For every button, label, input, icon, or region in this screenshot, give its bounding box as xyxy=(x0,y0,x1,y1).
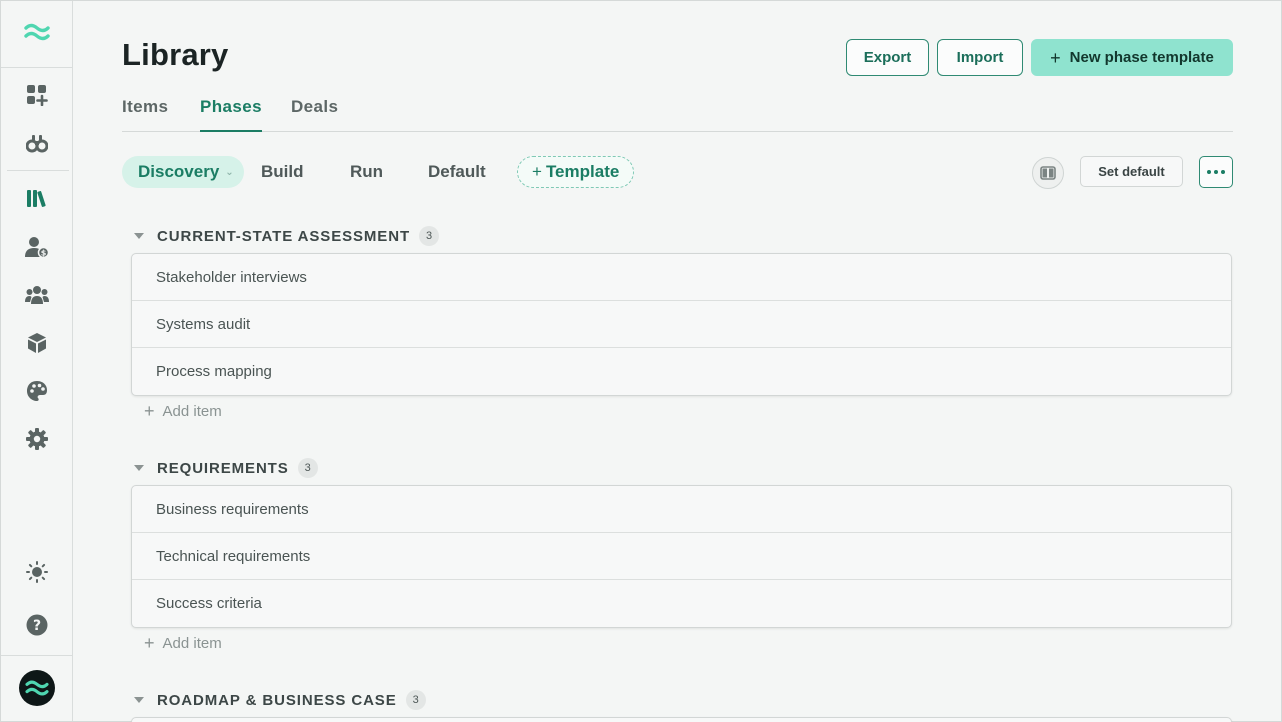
item-list: Business requirements Technical requirem… xyxy=(131,485,1232,628)
user-dollar-icon[interactable]: $ xyxy=(24,234,50,260)
new-phase-template-button[interactable]: + New phase template xyxy=(1031,39,1233,76)
plus-icon: + xyxy=(532,162,542,181)
item-list xyxy=(131,717,1232,722)
add-item-label: Add item xyxy=(162,402,222,420)
plus-icon: + xyxy=(144,401,155,421)
more-options-button[interactable] xyxy=(1199,156,1233,188)
add-item-button[interactable]: + Add item xyxy=(144,401,222,421)
list-item[interactable]: Process mapping xyxy=(132,348,1231,395)
avatar-logo-icon xyxy=(25,680,49,696)
tab-phases[interactable]: Phases xyxy=(200,97,262,132)
more-icon xyxy=(1206,170,1227,174)
tab-items[interactable]: Items xyxy=(122,97,168,132)
phase-pill-run[interactable]: Run xyxy=(350,156,383,188)
columns-icon xyxy=(1040,166,1056,180)
team-icon[interactable] xyxy=(24,282,50,308)
cube-icon[interactable] xyxy=(24,330,50,356)
library-icon[interactable] xyxy=(24,185,50,211)
section-title: REQUIREMENTS xyxy=(157,459,289,477)
count-badge: 3 xyxy=(297,458,318,478)
binoculars-icon[interactable] xyxy=(24,130,50,156)
sidebar-divider xyxy=(1,655,73,656)
chevron-down-icon: ⌄ xyxy=(225,166,234,178)
list-item[interactable]: Technical requirements xyxy=(132,533,1231,580)
phase-pill-default[interactable]: Default xyxy=(428,156,486,188)
section-header[interactable]: ROADMAP & BUSINESS CASE 3 xyxy=(134,689,426,711)
dashboard-add-icon[interactable] xyxy=(24,82,50,108)
phase-pill-label: Discovery xyxy=(138,162,220,181)
logo-icon xyxy=(24,21,50,48)
list-item[interactable]: Business requirements xyxy=(132,486,1231,533)
add-item-button[interactable]: + Add item xyxy=(144,633,222,653)
help-icon[interactable]: ? xyxy=(24,612,50,638)
phase-pill-build[interactable]: Build xyxy=(261,156,304,188)
plus-icon: + xyxy=(1050,47,1061,68)
export-button[interactable]: Export xyxy=(846,39,929,76)
add-item-label: Add item xyxy=(162,634,222,652)
tab-bar: Items Phases Deals xyxy=(122,97,1233,132)
add-template-button[interactable]: + Template xyxy=(517,156,635,188)
add-template-label: Template xyxy=(545,162,620,181)
caret-down-icon xyxy=(134,697,144,703)
main-content: Library Export Import + New phase templa… xyxy=(74,1,1281,722)
column-layout-button[interactable] xyxy=(1032,157,1064,189)
section-header[interactable]: CURRENT-STATE ASSESSMENT 3 xyxy=(134,225,440,247)
section-title: CURRENT-STATE ASSESSMENT xyxy=(157,227,411,245)
caret-down-icon xyxy=(134,465,144,471)
new-phase-template-label: New phase template xyxy=(1069,49,1214,66)
palette-icon[interactable] xyxy=(24,378,50,404)
sidebar-divider xyxy=(7,170,69,171)
tab-deals[interactable]: Deals xyxy=(291,97,338,132)
avatar[interactable] xyxy=(19,670,55,706)
phase-pill-discovery[interactable]: Discovery ⌄ xyxy=(122,156,244,188)
list-item[interactable]: Stakeholder interviews xyxy=(132,254,1231,301)
section-header[interactable]: REQUIREMENTS 3 xyxy=(134,457,318,479)
count-badge: 3 xyxy=(405,690,426,710)
page-title: Library xyxy=(122,37,229,72)
svg-text:?: ? xyxy=(33,618,41,634)
section-title: ROADMAP & BUSINESS CASE xyxy=(157,691,397,709)
import-button[interactable]: Import xyxy=(937,39,1023,76)
list-item[interactable]: Success criteria xyxy=(132,580,1231,627)
count-badge: 3 xyxy=(419,226,440,246)
list-item[interactable]: Systems audit xyxy=(132,301,1231,348)
settings-icon[interactable] xyxy=(24,426,50,452)
sidebar: $ ? xyxy=(1,1,73,721)
caret-down-icon xyxy=(134,233,144,239)
item-list: Stakeholder interviews Systems audit Pro… xyxy=(131,253,1232,396)
plus-icon: + xyxy=(144,633,155,653)
svg-text:$: $ xyxy=(41,249,47,258)
set-default-button[interactable]: Set default xyxy=(1080,156,1183,187)
sun-icon[interactable] xyxy=(24,559,50,585)
logo[interactable] xyxy=(1,1,73,68)
